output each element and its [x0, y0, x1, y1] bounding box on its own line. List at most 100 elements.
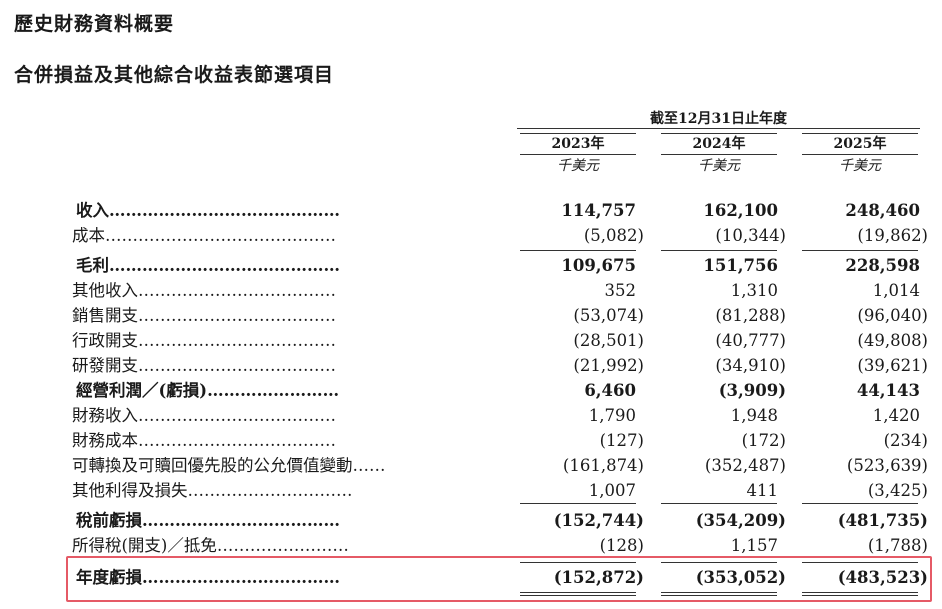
leader-dots: ……………………………… [138, 431, 336, 450]
value-2025: 248,460 [845, 201, 920, 220]
row-label: 成本 [72, 226, 105, 245]
value-2025: (49,808) [857, 331, 928, 350]
value-2023: 114,757 [561, 201, 636, 220]
value-2024: 151,756 [703, 256, 778, 275]
period-header: 截至12月31日止年度 [650, 111, 787, 127]
value-2023: (21,992) [573, 356, 644, 375]
value-2023: (53,074) [573, 306, 644, 325]
leader-dots: ……………………………… [138, 406, 336, 425]
value-2025: 1,420 [872, 406, 920, 425]
value-2023: 109,675 [561, 256, 636, 275]
value-2025: (1,788) [867, 536, 928, 555]
value-2023: (127) [599, 431, 644, 450]
value-2025: (3,425) [867, 481, 928, 500]
row-label: 其他利得及損失 [72, 481, 188, 500]
value-2024: 411 [746, 481, 779, 500]
subtotal-rule [520, 250, 636, 251]
leader-dots: ……………………………… [142, 511, 340, 530]
year-header: 2023年 [520, 133, 636, 155]
row-label: 財務收入 [72, 406, 138, 425]
table-row-other-income: 其他收入……………………………… 352 1,310 1,014 [0, 279, 942, 303]
table-row-rnd-expenses: 研發開支……………………………… (21,992) (34,910) (39,6… [0, 354, 942, 378]
value-2025: 44,143 [856, 381, 920, 400]
year-column-2023: 2023年 千美元 [520, 133, 636, 177]
row-label: 收入 [76, 201, 109, 220]
value-2025: (481,735) [837, 511, 928, 530]
page-title: 歷史財務資料概要 [14, 13, 175, 35]
table-row-fair-value-change: 可轉換及可贖回優先股的公允價值變動…… (161,874) (352,487) … [0, 454, 942, 478]
row-label: 研發開支 [72, 356, 138, 375]
leader-dots: …… [352, 456, 386, 475]
leader-dots: …………………………………… [109, 201, 340, 220]
value-2023: 352 [604, 281, 637, 300]
table-row-operating-profit: 經營利潤／(虧損)…………………… 6,460 (3,909) 44,143 [0, 379, 942, 403]
table-row-gross-profit: 毛利…………………………………… 109,675 151,756 228,598 [0, 254, 942, 278]
value-2024: (81,288) [715, 306, 786, 325]
table-row-other-gains-losses: 其他利得及損失………………………… 1,007 411 (3,425) [0, 479, 942, 503]
value-2023: 6,460 [584, 381, 636, 400]
leader-dots: ……………………………… [138, 356, 336, 375]
leader-dots: ………………………… [187, 481, 353, 500]
table-row-loss-before-tax: 稅前虧損……………………………… (152,744) (354,209) (48… [0, 509, 942, 533]
value-2023: 1,007 [588, 481, 636, 500]
year-header: 2024年 [661, 133, 777, 155]
value-2025: (234) [883, 431, 928, 450]
year-header: 2025年 [802, 133, 918, 155]
value-2025: 1,014 [872, 281, 920, 300]
value-2025: (39,621) [857, 356, 928, 375]
row-label: 可轉換及可贖回優先股的公允價值變動 [72, 456, 353, 475]
row-label: 財務成本 [72, 431, 138, 450]
value-2025: 228,598 [845, 256, 920, 275]
value-2024: (354,209) [695, 511, 786, 530]
subtotal-rule [802, 503, 918, 504]
period-header-rule [517, 128, 920, 129]
table-row-finance-income: 財務收入……………………………… 1,790 1,948 1,420 [0, 404, 942, 428]
leader-dots: …………………… [207, 381, 340, 400]
value-2024: (172) [741, 431, 786, 450]
value-2024: (10,344) [715, 226, 786, 245]
leader-dots: …………………………………… [105, 226, 336, 245]
value-2025: (523,639) [846, 456, 928, 475]
unit-label: 千美元 [839, 158, 881, 174]
value-2023: (128) [599, 536, 644, 555]
row-label: 其他收入 [72, 281, 138, 300]
value-2023: (152,744) [553, 511, 644, 530]
subtotal-rule [661, 250, 777, 251]
table-row-finance-costs: 財務成本……………………………… (127) (172) (234) [0, 429, 942, 453]
section-subtitle: 合併損益及其他綜合收益表節選項目 [14, 64, 335, 86]
row-label: 經營利潤／(虧損) [76, 381, 208, 400]
leader-dots: …………………………………… [109, 256, 340, 275]
unit-label: 千美元 [698, 158, 740, 174]
subtotal-rule [802, 250, 918, 251]
value-2023: (161,874) [562, 456, 644, 475]
row-label: 毛利 [76, 256, 109, 275]
table-row-income-tax: 所得稅(開支)／抵免…………………… (128) 1,157 (1,788) [0, 534, 942, 558]
value-2024: 162,100 [703, 201, 778, 220]
table-row-selling-expenses: 銷售開支……………………………… (53,074) (81,288) (96,0… [0, 304, 942, 328]
unit-label: 千美元 [557, 158, 599, 174]
value-2024: (3,909) [718, 381, 786, 400]
value-2024: 1,948 [730, 406, 778, 425]
value-2025: (96,040) [857, 306, 928, 325]
row-label: 稅前虧損 [76, 511, 142, 530]
year-column-2025: 2025年 千美元 [802, 133, 918, 177]
table-row-revenue: 收入…………………………………… 114,757 162,100 248,460 [0, 199, 942, 223]
leader-dots: ……………………………… [138, 306, 336, 325]
value-2024: (34,910) [715, 356, 786, 375]
value-2023: (5,082) [583, 226, 644, 245]
leader-dots: ……………………………… [138, 281, 336, 300]
row-label: 所得稅(開支)／抵免 [72, 536, 217, 555]
value-2024: (352,487) [704, 456, 786, 475]
value-2024: (40,777) [715, 331, 786, 350]
table-row-admin-expenses: 行政開支……………………………… (28,501) (40,777) (49,8… [0, 329, 942, 353]
table-row-cost: 成本…………………………………… (5,082) (10,344) (19,86… [0, 224, 942, 248]
year-column-2024: 2024年 千美元 [661, 133, 777, 177]
leader-dots: …………………… [216, 536, 349, 555]
row-label: 行政開支 [72, 331, 138, 350]
leader-dots: ……………………………… [138, 331, 336, 350]
value-2023: 1,790 [588, 406, 636, 425]
row-label: 銷售開支 [72, 306, 138, 325]
highlight-box [66, 556, 932, 602]
subtotal-rule [520, 503, 636, 504]
value-2024: 1,310 [730, 281, 778, 300]
